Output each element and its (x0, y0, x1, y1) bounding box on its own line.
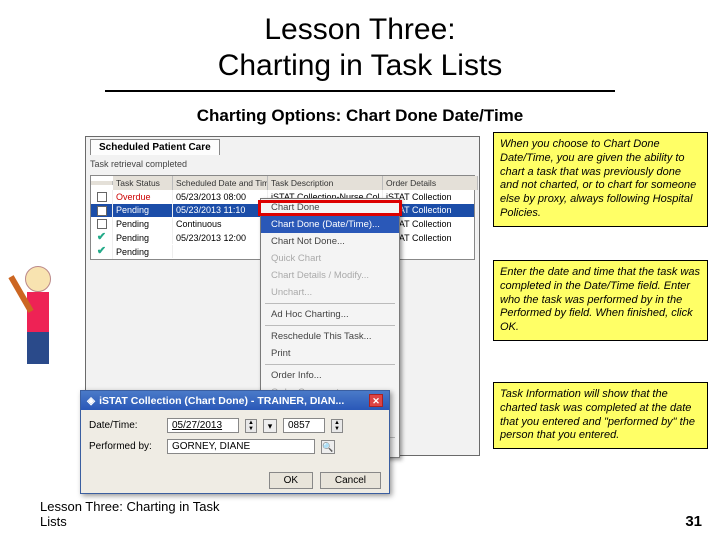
cell (173, 250, 268, 253)
menu-item[interactable]: Ad Hoc Charting... (261, 306, 399, 323)
column-header[interactable]: Scheduled Date and Time (173, 176, 268, 190)
info-box-2: Enter the date and time that the task wa… (493, 260, 708, 341)
date-time-label: Date/Time: (89, 420, 161, 431)
menu-item[interactable]: Reschedule This Task... (261, 328, 399, 345)
date-spinner[interactable]: ▲▼ (245, 419, 257, 433)
cell: Pending (113, 245, 173, 258)
calendar-icon[interactable]: ▾ (263, 419, 277, 433)
checkbox-icon[interactable] (91, 217, 113, 231)
close-icon[interactable]: ✕ (369, 394, 383, 407)
menu-item: Chart Details / Modify... (261, 267, 399, 284)
menu-item[interactable]: Chart Not Done... (261, 233, 399, 250)
date-field[interactable]: 05/27/2013 (167, 418, 239, 433)
checkbox-icon[interactable] (91, 190, 113, 204)
slide-title: Lesson Three: Charting in Task Lists (0, 0, 720, 92)
menu-item[interactable]: Chart Done (261, 199, 399, 216)
footer-label: Lesson Three: Charting in Task Lists (40, 499, 230, 530)
column-header[interactable]: Order Details (383, 176, 478, 190)
cancel-button[interactable]: Cancel (320, 472, 381, 489)
performed-by-field[interactable]: GORNEY, DIANE (167, 439, 315, 454)
title-line1: Lesson Three: (264, 13, 455, 46)
performed-by-label: Performed by: (89, 441, 161, 452)
menu-item: Quick Chart (261, 250, 399, 267)
dialog-titlebar: ◈ iSTAT Collection (Chart Done) - TRAINE… (81, 391, 389, 410)
column-header[interactable]: Task Description (268, 176, 383, 190)
check-icon[interactable]: ✔ (91, 245, 113, 259)
menu-separator (265, 303, 395, 304)
menu-item: Unchart... (261, 284, 399, 301)
title-underline (105, 90, 615, 92)
info-box-3: Task Information will show that the char… (493, 382, 708, 449)
column-header[interactable] (91, 181, 113, 185)
tasklist-status-text: Task retrieval completed (90, 159, 187, 169)
menu-item[interactable]: Chart Done (Date/Time)... (261, 216, 399, 233)
column-header[interactable]: Task Status (113, 176, 173, 190)
checkbox-icon[interactable] (91, 204, 113, 218)
cell: Overdue (113, 190, 173, 203)
cell: 05/23/2013 12:00 (173, 231, 268, 244)
menu-item[interactable]: Order Info... (261, 367, 399, 384)
cell: 05/23/2013 08:00 (173, 190, 268, 203)
cell: Pending (113, 204, 173, 217)
menu-separator (265, 325, 395, 326)
time-spinner[interactable]: ▲▼ (331, 419, 343, 433)
time-field[interactable]: 0857 (283, 418, 325, 433)
cell: Pending (113, 218, 173, 231)
content-area: Scheduled Patient Care Task retrieval co… (0, 126, 720, 496)
title-line2: Charting in Task Lists (218, 49, 503, 82)
grid-header-row: Task StatusScheduled Date and TimeTask D… (91, 176, 474, 190)
ok-button[interactable]: OK (269, 472, 313, 489)
check-icon[interactable]: ✔ (91, 231, 113, 245)
dialog-title-text: iSTAT Collection (Chart Done) - TRAINER,… (99, 395, 344, 407)
page-number: 31 (685, 513, 702, 530)
app-icon: ◈ (87, 395, 95, 407)
search-icon[interactable]: 🔍 (321, 440, 335, 454)
menu-separator (265, 364, 395, 365)
tab-scheduled-patient-care[interactable]: Scheduled Patient Care (90, 139, 220, 155)
chart-done-dialog: ◈ iSTAT Collection (Chart Done) - TRAINE… (80, 390, 390, 494)
cell: Continuous (173, 218, 268, 231)
pointing-character-image (8, 266, 68, 381)
menu-item[interactable]: Print (261, 345, 399, 362)
cell: Pending (113, 231, 173, 244)
info-box-1: When you choose to Chart Done Date/Time,… (493, 132, 708, 227)
cell: 05/23/2013 11:10 (173, 204, 268, 217)
subtitle: Charting Options: Chart Done Date/Time (0, 106, 720, 126)
